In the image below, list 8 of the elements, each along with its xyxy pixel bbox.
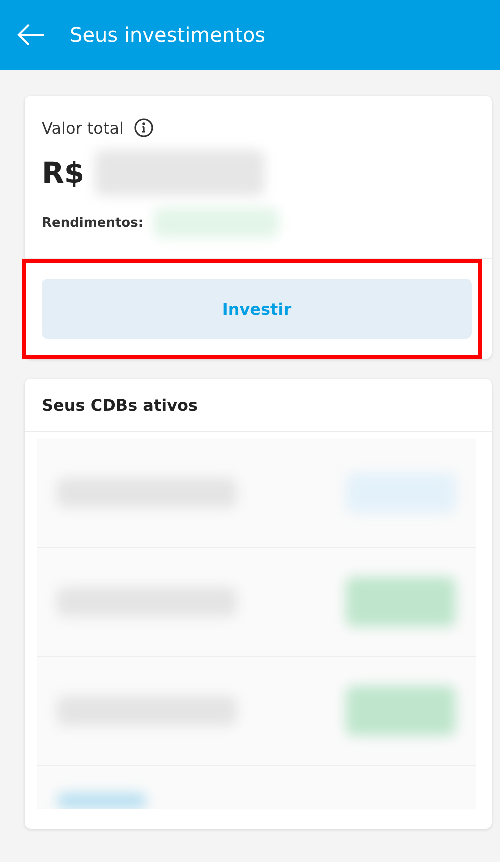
invest-button[interactable]: Investir xyxy=(42,279,472,339)
earnings-label: Rendimentos: xyxy=(42,216,144,230)
list-title: Seus CDBs ativos xyxy=(42,396,198,415)
total-label: Valor total xyxy=(42,118,124,138)
total-amount: R$ xyxy=(42,156,85,190)
info-icon[interactable] xyxy=(134,118,154,138)
page-title: Seus investimentos xyxy=(70,23,266,47)
back-arrow-icon[interactable] xyxy=(16,23,46,47)
